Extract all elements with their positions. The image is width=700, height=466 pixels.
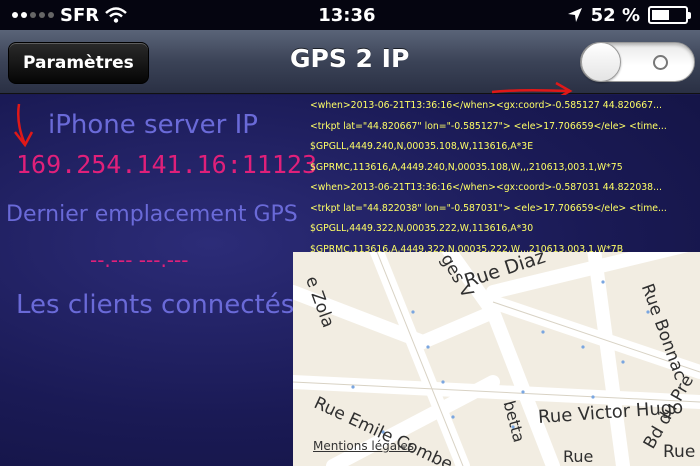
battery-icon: [648, 6, 691, 24]
street-label: Rue E: [663, 442, 700, 462]
carrier-name: SFR: [60, 4, 100, 26]
signal-strength-icon: [12, 12, 54, 18]
log-line: <trkpt lat="44.820667" lon="-0.585127"> …: [310, 120, 667, 132]
log-line: <when>2013-06-21T13:36:16</when><gx:coor…: [310, 182, 662, 193]
log-line: $GPGLL,4449.240,N,00035.108,W,113616,A*3…: [310, 141, 534, 152]
log-line: <when>2013-06-21T13:36:16</when><gx:coor…: [310, 100, 662, 111]
toggle-knob[interactable]: [581, 42, 621, 82]
status-bar-right: 52 %: [567, 4, 691, 26]
location-arrow-icon: [567, 8, 582, 22]
toggle-off-icon: [653, 55, 668, 70]
log-line: <trkpt lat="44.822038" lon="-0.587031"> …: [310, 202, 667, 214]
nmea-log: <when>2013-06-21T13:36:16</when><gx:coor…: [310, 96, 695, 260]
street-lines: [293, 252, 700, 466]
gps-location-label: Dernier emplacement GPS: [6, 202, 298, 227]
street-label: Rue: [563, 447, 594, 466]
status-bar-left: SFR: [12, 5, 127, 26]
settings-button[interactable]: Paramètres: [8, 42, 149, 84]
connected-clients-label: Les clients connectés: [16, 290, 295, 320]
status-bar: SFR 13:36 52 %: [0, 0, 700, 30]
log-line: $GPRMC,113616,A,4449.240,N,00035.108,W,,…: [310, 161, 623, 173]
server-ip-label: iPhone server IP: [48, 110, 258, 140]
annotation-arrow-down-icon: [14, 103, 34, 148]
server-ip-value: 169.254.141.16:11123: [16, 150, 318, 179]
battery-percent: 52 %: [590, 4, 640, 26]
status-time: 13:36: [318, 4, 376, 26]
gps-location-value: --.--- ---.---: [90, 248, 189, 272]
map-view[interactable]: Rue Diaz ges V e Zola Rue Victor Hugo Bd…: [293, 252, 700, 466]
wifi-icon: [105, 7, 127, 23]
log-line: $GPGLL,4449.322,N,00035.222,W,113616,A*3…: [310, 223, 534, 234]
page-title: GPS 2 IP: [290, 44, 410, 73]
navigation-bar: Paramètres GPS 2 IP: [0, 30, 700, 101]
legal-notices-link[interactable]: Mentions légales: [313, 439, 414, 453]
server-toggle[interactable]: [580, 42, 695, 82]
